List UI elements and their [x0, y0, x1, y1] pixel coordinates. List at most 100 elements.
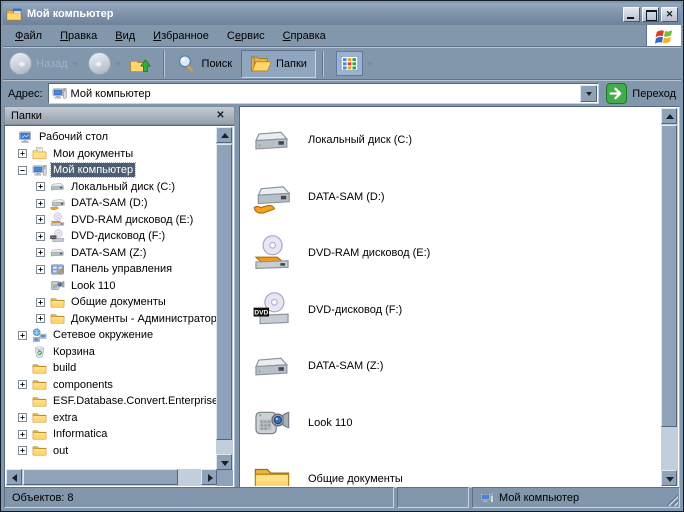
file-item-label: Локальный диск (C:): [308, 134, 413, 147]
expand-toggle-icon[interactable]: +: [36, 248, 45, 258]
tree-item-label: components: [53, 378, 113, 391]
folder-icon: [32, 377, 47, 392]
scroll-down-button[interactable]: [216, 454, 232, 470]
tree-item[interactable]: + Сетевое окружение: [6, 327, 217, 344]
tree-item[interactable]: + Панель управления: [6, 261, 217, 278]
scroll-left-button[interactable]: [6, 469, 22, 485]
tree-item[interactable]: Рабочий стол: [6, 129, 217, 146]
scrollbar-thumb[interactable]: [216, 144, 232, 440]
tree-item[interactable]: ESF.Database.Convert.Enterprise.v5: [6, 393, 217, 410]
file-item[interactable]: DATA-SAM (Z:): [241, 338, 662, 395]
tree-item-label: Informatica: [53, 428, 108, 441]
menu-view[interactable]: Вид: [106, 27, 144, 45]
menu-edit[interactable]: Правка: [51, 27, 106, 45]
scroll-down-button[interactable]: [661, 470, 677, 486]
tree-item[interactable]: + Общие документы: [6, 294, 217, 311]
dvd-ram-drive-icon: [50, 212, 65, 227]
expand-toggle-icon[interactable]: +: [18, 429, 27, 439]
collapse-toggle-icon[interactable]: −: [18, 165, 27, 175]
tree-item[interactable]: + components: [6, 377, 217, 394]
views-dropdown-caret[interactable]: [366, 62, 373, 69]
back-dropdown-caret[interactable]: [71, 62, 78, 69]
tree-item[interactable]: Корзина: [6, 344, 217, 361]
windows-logo: [646, 25, 681, 46]
expand-toggle-icon[interactable]: +: [36, 264, 45, 274]
maximize-button[interactable]: [642, 6, 659, 22]
expand-toggle-icon[interactable]: +: [18, 446, 27, 456]
scroll-right-button[interactable]: [201, 469, 217, 485]
file-item[interactable]: DVD-дисковод (F:): [241, 282, 662, 339]
tree-item-label: DVD-RAM дисковод (E:): [71, 213, 194, 226]
tree-item-label: DATA-SAM (Z:): [71, 246, 147, 259]
tree-item-label: Мои документы: [53, 147, 134, 160]
file-item[interactable]: DATA-SAM (D:): [241, 169, 662, 226]
tree-item[interactable]: − Мой компьютер: [6, 162, 217, 179]
close-button[interactable]: [661, 6, 678, 22]
tree-item[interactable]: + Локальный диск (C:): [6, 179, 217, 196]
folder-icon: [252, 460, 292, 486]
go-button[interactable]: [606, 83, 627, 104]
expand-toggle-icon[interactable]: +: [36, 198, 45, 208]
folders-pane-close-icon[interactable]: ✕: [213, 108, 228, 123]
title-bar[interactable]: Мой компьютер: [3, 3, 681, 25]
menu-help[interactable]: Справка: [274, 27, 335, 45]
tree-item[interactable]: + extra: [6, 410, 217, 427]
tree-item[interactable]: + Мои документы: [6, 146, 217, 163]
tree-item[interactable]: + out: [6, 443, 217, 460]
tree-item-label: Рабочий стол: [39, 131, 109, 144]
go-button-label: Переход: [632, 87, 676, 100]
expand-toggle-icon[interactable]: +: [18, 330, 27, 340]
expand-toggle-icon[interactable]: +: [18, 413, 27, 423]
resize-grip[interactable]: [666, 494, 678, 506]
tree-item[interactable]: + DVD-дисковод (F:): [6, 228, 217, 245]
minimize-button[interactable]: [623, 6, 640, 22]
folder-icon: [32, 394, 47, 409]
tree-item-label: Локальный диск (C:): [71, 180, 176, 193]
menu-favorites[interactable]: Избранное: [144, 27, 218, 45]
expand-toggle-icon[interactable]: +: [36, 231, 45, 241]
menu-tools[interactable]: Сервис: [218, 27, 274, 45]
file-item[interactable]: DVD-RAM дисковод (E:): [241, 225, 662, 282]
tree-item[interactable]: + Документы - Администратор: [6, 311, 217, 328]
folders-button[interactable]: Папки: [241, 49, 316, 78]
views-button[interactable]: [335, 51, 363, 76]
expand-toggle-icon[interactable]: +: [18, 149, 27, 159]
back-button[interactable]: [9, 52, 32, 75]
menu-file[interactable]: Файл: [6, 27, 51, 45]
tree-item[interactable]: + Informatica: [6, 426, 217, 443]
up-button[interactable]: [125, 51, 157, 77]
forward-dropdown-caret[interactable]: [114, 62, 121, 69]
address-combobox[interactable]: Мой компьютер: [47, 83, 600, 104]
computer-icon: [32, 163, 47, 178]
back-button-label: Назад: [36, 57, 68, 70]
tree-vertical-scrollbar[interactable]: [216, 127, 233, 470]
forward-button[interactable]: [87, 52, 111, 75]
search-button[interactable]: Поиск: [171, 51, 237, 77]
tree-item-label: Документы - Администратор: [71, 312, 217, 325]
folder-open-icon: [250, 53, 272, 75]
expand-toggle-icon[interactable]: +: [36, 215, 45, 225]
address-dropdown-button[interactable]: [580, 85, 598, 102]
expand-toggle-icon[interactable]: +: [36, 182, 45, 192]
scroll-up-button[interactable]: [661, 108, 677, 124]
file-item[interactable]: Общие документы: [241, 451, 662, 486]
tree-item[interactable]: + DVD-RAM дисковод (E:): [6, 212, 217, 229]
tree-horizontal-scrollbar[interactable]: [6, 469, 217, 486]
hard-disk-shared-icon: [50, 196, 65, 211]
tree-item[interactable]: + DATA-SAM (Z:): [6, 245, 217, 262]
folder-icon: [32, 410, 47, 425]
network-icon: [32, 328, 47, 343]
file-item[interactable]: Look 110: [241, 395, 662, 452]
expand-toggle-icon[interactable]: +: [36, 314, 45, 324]
scrollbar-thumb[interactable]: [23, 469, 178, 485]
scrollbar-thumb[interactable]: [661, 125, 677, 427]
content-vertical-scrollbar[interactable]: [661, 108, 678, 486]
tree-item[interactable]: build: [6, 360, 217, 377]
expand-toggle-icon[interactable]: +: [18, 380, 27, 390]
tree-item[interactable]: + DATA-SAM (D:): [6, 195, 217, 212]
expand-toggle-icon[interactable]: +: [36, 297, 45, 307]
toolbar: Назад Поиск Папки: [3, 47, 681, 80]
file-item[interactable]: Локальный диск (C:): [241, 112, 662, 169]
scroll-up-button[interactable]: [216, 127, 232, 143]
tree-item[interactable]: Look 110: [6, 278, 217, 295]
